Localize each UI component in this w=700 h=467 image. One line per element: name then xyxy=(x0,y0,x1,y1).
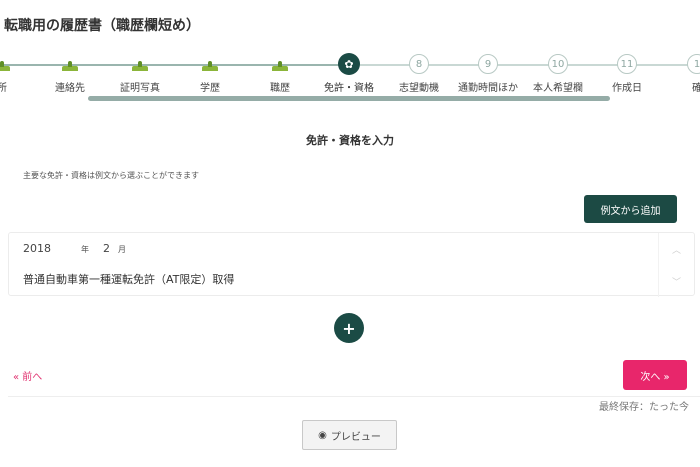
eye-icon: ◉ xyxy=(318,429,327,441)
section-title: 免許・資格を入力 xyxy=(306,134,394,147)
entry-date[interactable]: 2018 年 2 月 xyxy=(23,242,140,255)
add-example-button[interactable]: 例文から追加 xyxy=(584,195,677,223)
entry-text[interactable]: 普通自動車第一種運転免許（AT限定）取得 xyxy=(23,271,234,287)
footer-divider xyxy=(8,396,700,397)
license-entry: 2018 年 2 月 普通自動車第一種運転免許（AT限定）取得 ︿ ﹀ xyxy=(8,232,695,297)
entry-month[interactable]: 2 xyxy=(103,242,110,255)
preview-button[interactable]: ◉ プレビュー xyxy=(302,420,397,450)
entry-reorder-controls: ︿ ﹀ xyxy=(658,233,694,297)
next-button[interactable]: 次へ » xyxy=(623,360,687,390)
stepper-scrollbar[interactable] xyxy=(88,96,610,101)
entry-year[interactable]: 2018 xyxy=(23,242,51,255)
section-hint: 主要な免許・資格は例文から選ぶことができます xyxy=(23,171,199,180)
grass-icon xyxy=(130,57,150,71)
prev-button[interactable]: « 前へ xyxy=(13,368,42,383)
month-unit: 月 xyxy=(118,245,126,254)
step-confirm[interactable]: 1 確 xyxy=(655,52,700,94)
save-status: 最終保存：たった今 xyxy=(599,402,689,413)
chevron-down-icon[interactable]: ﹀ xyxy=(659,265,694,297)
grass-icon xyxy=(200,57,220,71)
grass-icon xyxy=(0,57,12,71)
current-step-icon: ✿ xyxy=(338,53,360,75)
preview-label: プレビュー xyxy=(330,431,381,443)
grass-icon xyxy=(270,57,290,71)
grass-icon xyxy=(60,57,80,71)
chevron-up-icon[interactable]: ︿ xyxy=(659,233,694,265)
page-title: 転職用の履歴書（職歴欄短め） xyxy=(4,18,200,34)
add-entry-button[interactable]: + xyxy=(334,313,364,343)
year-unit: 年 xyxy=(81,245,89,254)
progress-stepper: 所 連絡先 証明写真 学歴 職歴 ✿ 免許・資格 8 志望動機 9 通勤時間ほか… xyxy=(0,52,700,100)
